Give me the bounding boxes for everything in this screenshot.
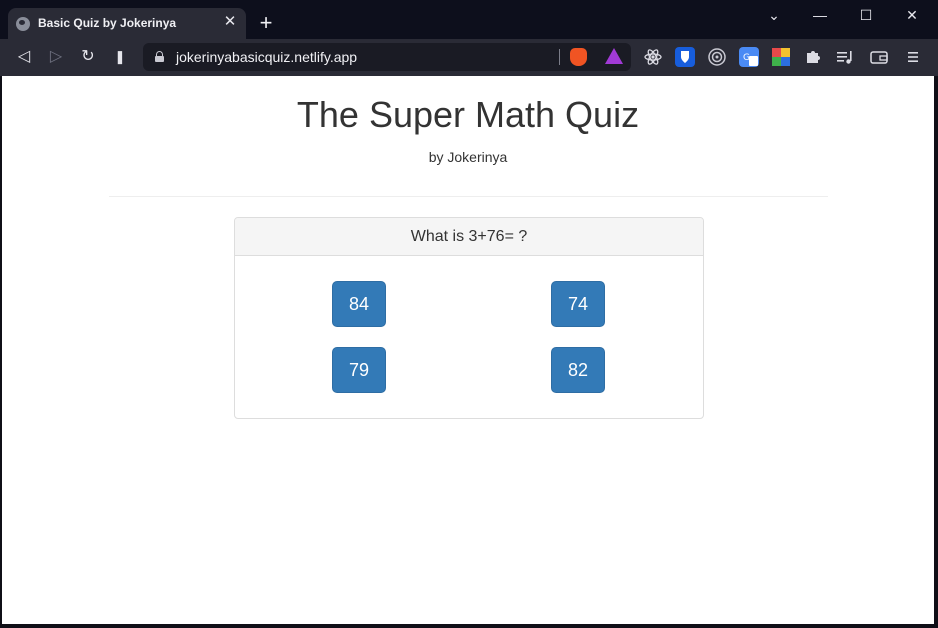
reload-button[interactable]: ↻ <box>76 46 100 68</box>
quiz-panel: What is 3+76= ? 84 74 79 82 <box>234 217 704 419</box>
page-subtitle: by Jokerinya <box>428 149 508 165</box>
tab-title: Basic Quiz by Jokerinya <box>38 16 177 30</box>
address-bar-divider <box>559 49 560 65</box>
wallet-icon[interactable] <box>869 47 889 67</box>
answer-button-1[interactable]: 84 <box>332 281 386 327</box>
answer-button-4[interactable]: 82 <box>551 347 605 393</box>
puzzle-icon[interactable] <box>803 47 823 67</box>
minimize-button[interactable]: — <box>805 4 835 26</box>
color-picker-icon[interactable] <box>771 47 791 67</box>
target-icon[interactable] <box>707 47 727 67</box>
tab-search-chevron-icon[interactable]: ⌄ <box>759 4 789 26</box>
tab-close-icon[interactable]: ✕ <box>220 12 240 32</box>
new-tab-button[interactable]: + <box>255 12 277 34</box>
brave-rewards-icon[interactable] <box>605 48 623 64</box>
page-title: The Super Math Quiz <box>296 94 640 135</box>
browser-titlebar: Basic Quiz by Jokerinya ✕ + ⌄ — ☐ ✕ <box>0 0 938 39</box>
forward-button[interactable]: ▷ <box>44 46 68 68</box>
address-bar[interactable]: jokerinyabasicquiz.netlify.app <box>143 43 631 71</box>
bitwarden-icon[interactable] <box>675 47 695 67</box>
bookmark-button[interactable]: ❚ <box>108 46 132 68</box>
playlist-icon[interactable] <box>835 47 855 67</box>
svg-text:G: G <box>743 53 750 63</box>
translate-icon[interactable]: G <box>739 47 759 67</box>
url-text[interactable]: jokerinyabasicquiz.netlify.app <box>176 49 357 65</box>
react-devtools-icon[interactable] <box>643 47 663 67</box>
answer-button-3[interactable]: 79 <box>332 347 386 393</box>
question-heading: What is 3+76= ? <box>235 218 703 256</box>
browser-toolbar: ◁ ▷ ↻ ❚ jokerinyabasicquiz.netlify.app G <box>0 39 938 76</box>
window-bottom-edge <box>0 624 938 628</box>
lock-icon[interactable] <box>155 51 164 62</box>
browser-tab[interactable]: Basic Quiz by Jokerinya ✕ <box>8 8 246 39</box>
question-text: What is 3+76= ? <box>410 228 528 245</box>
maximize-button[interactable]: ☐ <box>851 4 881 26</box>
globe-icon <box>16 17 30 31</box>
back-button[interactable]: ◁ <box>12 46 36 68</box>
close-window-button[interactable]: ✕ <box>897 4 927 26</box>
divider <box>109 196 828 197</box>
brave-shields-icon[interactable] <box>570 48 587 66</box>
answer-button-2[interactable]: 74 <box>551 281 605 327</box>
page-viewport: The Super Math Quiz by Jokerinya What is… <box>2 76 934 624</box>
menu-icon[interactable] <box>903 47 923 67</box>
